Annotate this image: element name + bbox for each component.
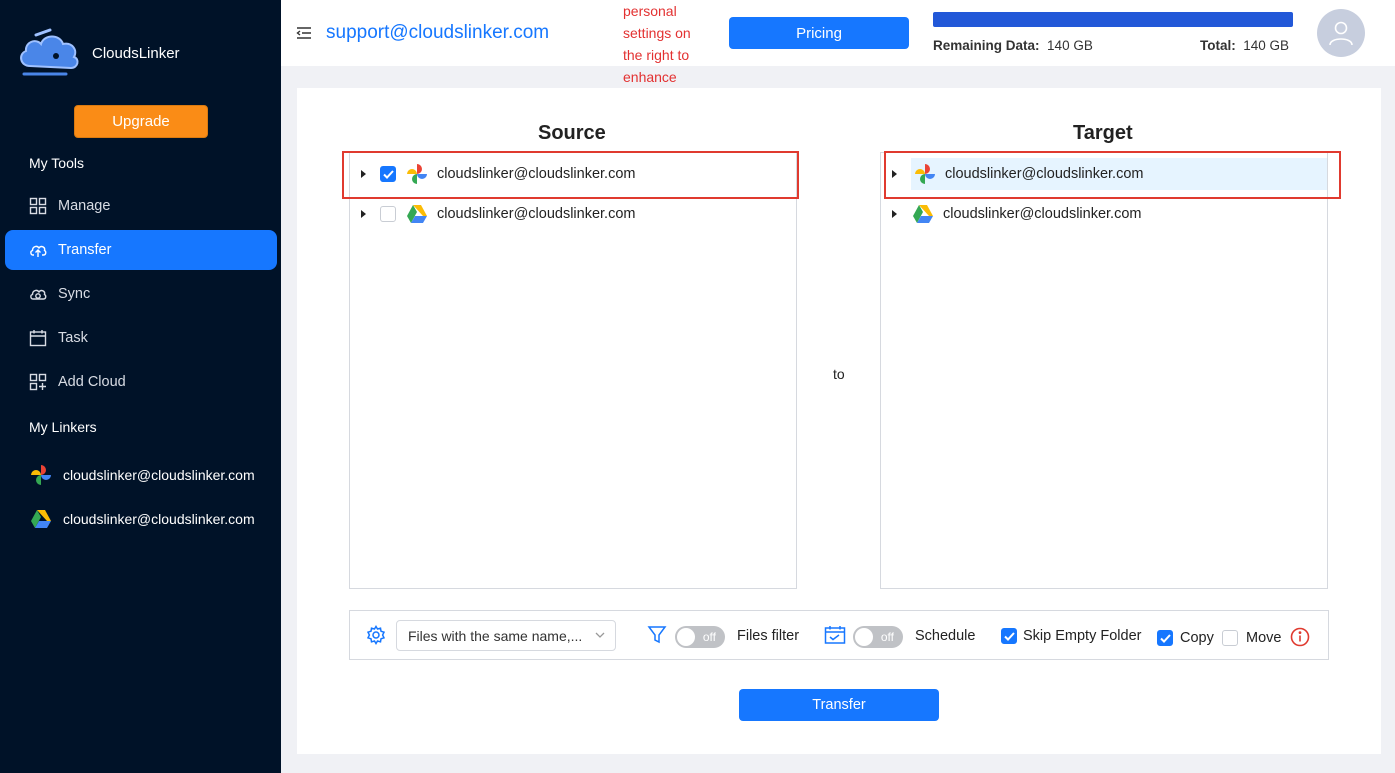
target-row-google-drive[interactable]: cloudslinker@cloudslinker.com xyxy=(881,198,1327,230)
filter-icon xyxy=(647,626,667,644)
target-account-label: cloudslinker@cloudslinker.com xyxy=(943,206,1142,222)
transfer-button[interactable]: Transfer xyxy=(739,689,939,721)
transfer-card: Source Target cloudslinker@cloudslinker.… xyxy=(297,88,1381,754)
add-grid-icon xyxy=(29,373,47,391)
linker-item-google-photos[interactable]: cloudslinker@cloudslinker.com xyxy=(29,462,269,488)
sidebar-item-manage[interactable]: Manage xyxy=(5,186,277,226)
gear-icon[interactable] xyxy=(366,625,386,645)
sidebar-item-label: Task xyxy=(58,330,88,346)
my-linkers-title: My Linkers xyxy=(29,419,97,435)
linker-label: cloudslinker@cloudslinker.com xyxy=(63,467,255,483)
total-data: Total: 140 GB xyxy=(1200,38,1290,53)
source-panel: cloudslinker@cloudslinker.com cloudslink… xyxy=(349,152,797,589)
to-label: to xyxy=(833,366,845,382)
app-logo[interactable]: CloudsLinker xyxy=(16,26,180,80)
my-tools-title: My Tools xyxy=(29,155,84,171)
source-title: Source xyxy=(538,122,606,144)
info-icon[interactable] xyxy=(1290,627,1310,647)
calendar-icon xyxy=(29,329,47,347)
google-drive-icon xyxy=(31,510,51,528)
google-photos-icon xyxy=(31,465,51,485)
upgrade-button[interactable]: Upgrade xyxy=(74,105,208,138)
expand-caret-icon[interactable] xyxy=(361,210,366,218)
move-checkbox[interactable] xyxy=(1222,630,1238,646)
notice-text: personal settings on the right to enhanc… xyxy=(623,3,691,85)
sidebar-item-add-cloud[interactable]: Add Cloud xyxy=(5,362,277,402)
remaining-data: Remaining Data: 140 GB xyxy=(933,38,1093,53)
target-panel: cloudslinker@cloudslinker.com cloudslink… xyxy=(880,152,1328,589)
grid-icon xyxy=(29,197,47,215)
app-name: CloudsLinker xyxy=(92,44,180,62)
cloud-sync-icon xyxy=(29,285,47,303)
source-row-google-drive[interactable]: cloudslinker@cloudslinker.com xyxy=(350,198,796,230)
sidebar-item-label: Transfer xyxy=(58,242,112,258)
user-icon xyxy=(1329,21,1353,46)
schedule-toggle[interactable]: off xyxy=(853,626,903,648)
target-title: Target xyxy=(1073,122,1133,144)
highlight-box-target xyxy=(884,151,1341,199)
skip-empty-folder-checkbox[interactable] xyxy=(1001,628,1017,644)
menu-fold-icon[interactable] xyxy=(296,26,312,40)
sidebar-item-transfer[interactable]: Transfer xyxy=(5,230,277,270)
copy-checkbox[interactable] xyxy=(1157,630,1173,646)
skip-empty-folder-label: Skip Empty Folder xyxy=(1023,628,1142,644)
pricing-button[interactable]: Pricing xyxy=(729,17,909,49)
cloud-upload-icon xyxy=(29,241,47,259)
sidebar-item-label: Add Cloud xyxy=(58,374,126,390)
schedule-label: Schedule xyxy=(915,628,976,644)
conflict-mode-select[interactable]: Files with the same name,... xyxy=(396,620,616,651)
linker-item-google-drive[interactable]: cloudslinker@cloudslinker.com xyxy=(29,506,269,532)
google-drive-icon xyxy=(407,205,427,223)
sidebar-item-label: Sync xyxy=(58,286,91,302)
sidebar: CloudsLinker Upgrade My Tools Manage Tra… xyxy=(0,0,281,773)
chevron-down-icon xyxy=(595,632,605,638)
avatar[interactable] xyxy=(1317,9,1365,57)
account-email[interactable]: support@cloudslinker.com xyxy=(326,22,549,44)
sidebar-item-task[interactable]: Task xyxy=(5,318,277,358)
top-header: support@cloudslinker.com personal settin… xyxy=(281,0,1395,85)
linker-label: cloudslinker@cloudslinker.com xyxy=(63,511,255,527)
transfer-options-bar: Files with the same name,... off Files f… xyxy=(349,610,1329,660)
sidebar-item-sync[interactable]: Sync xyxy=(5,274,277,314)
cloud-logo-icon xyxy=(20,28,79,76)
source-account-label: cloudslinker@cloudslinker.com xyxy=(437,206,636,222)
data-usage-bar xyxy=(933,12,1293,27)
google-drive-icon xyxy=(913,205,933,223)
sidebar-item-label: Manage xyxy=(58,198,111,214)
move-label: Move xyxy=(1246,630,1282,646)
highlight-box-source xyxy=(342,151,799,199)
files-filter-label: Files filter xyxy=(737,628,800,644)
files-filter-toggle[interactable]: off xyxy=(675,626,725,648)
source-checkbox[interactable] xyxy=(380,206,396,222)
copy-label: Copy xyxy=(1180,630,1214,646)
schedule-icon xyxy=(824,626,846,644)
expand-caret-icon[interactable] xyxy=(892,210,897,218)
